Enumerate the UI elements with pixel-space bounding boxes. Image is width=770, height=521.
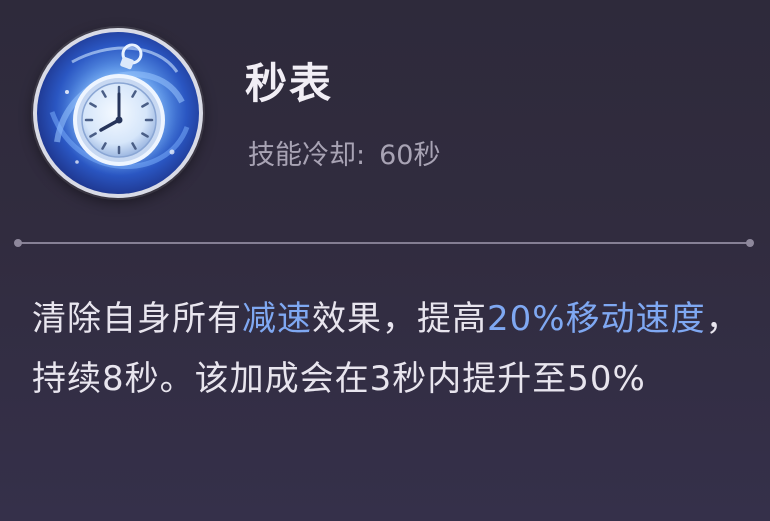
skill-tooltip-card: 秒表 技能冷却: 60秒 清除自身所有减速效果，提高20%移动速度，持续8秒。该加… <box>0 0 770 521</box>
description-segment: 效果，提高 <box>312 299 487 339</box>
divider <box>14 239 754 247</box>
description-highlight: 减速 <box>242 299 312 339</box>
description-highlight: 20%移动速度 <box>487 299 706 339</box>
stopwatch-icon <box>37 32 199 194</box>
skill-name: 秒表 <box>245 59 334 108</box>
cooldown-value: 60秒 <box>379 140 441 171</box>
skill-description: 清除自身所有减速效果，提高20%移动速度，持续8秒。该加成会在3秒内提升至50% <box>32 289 742 409</box>
skill-icon-frame <box>33 28 203 198</box>
description-segment: 清除自身所有 <box>32 299 242 339</box>
cooldown-label: 技能冷却: <box>248 140 366 171</box>
skill-cooldown: 技能冷却: 60秒 <box>246 133 440 172</box>
